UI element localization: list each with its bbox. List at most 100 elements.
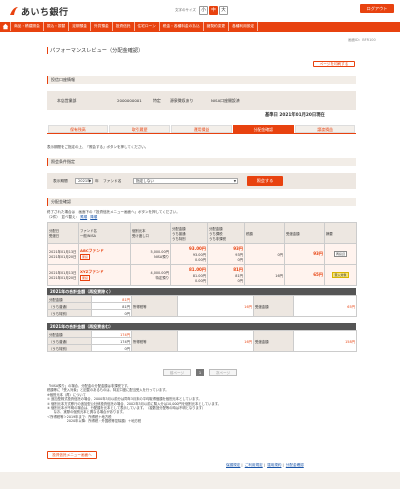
year-suffix: 年: [95, 179, 99, 183]
nav-investment-trust[interactable]: 投資信託: [113, 22, 135, 31]
tax-label: 所得税等: [131, 330, 178, 352]
dist-value: 174円: [91, 330, 132, 338]
nav-underline: [0, 31, 400, 32]
footer: [0, 472, 400, 489]
total-incl-heading: 2021年の合計金額（再投資含む）: [47, 323, 356, 330]
account-type: 特定: [153, 98, 161, 103]
tab-bar: 保有残高 取引履歴 運用損益 分配金確認 譲渡損益: [47, 125, 356, 134]
dist-label: 分配金額: [47, 295, 92, 303]
instruction-text: 表示期間をご指定の上、「照会する」ボタンを押してください。: [47, 145, 149, 149]
col-header-delivery: 受渡金額: [284, 222, 325, 244]
dist-cell: 93.00円 93.00円 0.00円: [170, 243, 208, 265]
prev-page-button[interactable]: 前ページ: [163, 369, 191, 376]
app-header: あいち銀行 文字のサイズ 小 中 大 ログアウト: [0, 0, 400, 22]
tab-holdings[interactable]: 保有残高: [47, 125, 109, 133]
col-header-memo: 摘要: [324, 222, 357, 244]
footer-link[interactable]: 保護規定: [226, 463, 240, 467]
footer-links: 保護規定| ご利用規定| 運用規約| 分配金確認: [226, 463, 304, 467]
condition-section-heading: 照会条件指定: [47, 158, 356, 166]
nav-balance[interactable]: 商品・積建照会: [11, 22, 44, 31]
screen-id: 画面ID：BFR100: [348, 38, 376, 42]
taxable-cell: 93円 93円 0円: [207, 243, 245, 265]
col-header-dist: 分配金額 うち普通 うち特別: [170, 222, 208, 244]
chevron-down-icon: ▼: [88, 179, 91, 183]
memo-cell: 再投資: [324, 243, 357, 265]
tax-label: 所得税等: [131, 295, 178, 317]
memo-badge: 再投資: [333, 251, 347, 257]
nav-housing-loan[interactable]: 住宅ローン: [135, 22, 160, 31]
account-type-value: 特定預り: [155, 276, 169, 280]
back-to-menu-button[interactable]: 投資信託メニュー画面へ: [47, 451, 97, 459]
print-button[interactable]: ページを印刷する: [313, 61, 355, 67]
chevron-down-icon: ▼: [233, 179, 236, 183]
fund-cell: XYZファンド 累投: [78, 264, 131, 286]
global-nav: 商品・積建照会 振込・振替 定期預金 外貨預金 投資信託 住宅ローン 税金・各種…: [0, 22, 400, 31]
total-incl-table: 分配金額 174円 所得税等 16円 受渡金額 158円 （うち普通） 174円…: [47, 330, 357, 352]
col-header-tax: 税額: [244, 222, 285, 244]
normal-value: 81円: [91, 302, 132, 310]
special-value: 0円: [91, 309, 132, 317]
table-row: 2021年01月13日 2021年01月20日 XYZファンド 累投 4,000.0…: [47, 264, 357, 286]
font-size-medium-button[interactable]: 中: [209, 6, 218, 15]
branch-name: 本店営業部: [57, 98, 77, 103]
home-icon: [2, 23, 9, 30]
reinvest-badge: 累投: [80, 254, 91, 260]
dist-cell: 81.00円 81.00円 0.00円: [170, 264, 208, 286]
tab-profit-loss[interactable]: 運用損益: [171, 125, 232, 133]
normal-label: （うち普通）: [47, 302, 92, 310]
nav-time-deposit[interactable]: 定期預金: [69, 22, 91, 31]
dist-special-value: 0.00円: [195, 279, 206, 283]
nisa-status: NISA口座開設済: [211, 98, 240, 103]
footer-link[interactable]: 分配金確認: [286, 463, 304, 467]
date-cell: 2021年01月13日 2021年01月20日: [47, 264, 79, 286]
nav-tax-payment[interactable]: 税金・各種料金の払込: [160, 22, 204, 31]
font-size-large-button[interactable]: 大: [219, 6, 228, 15]
principal-cell: 4,000.00円 特定預り: [130, 264, 171, 286]
page-title: パフォーマンスレビュー（分配金確認）: [47, 47, 143, 54]
font-size-small-button[interactable]: 小: [199, 6, 208, 15]
tab-history[interactable]: 取引履歴: [109, 125, 171, 133]
font-size-label: 文字のサイズ: [175, 8, 196, 12]
distribution-section-heading: 分配金確認: [47, 198, 356, 206]
footer-link[interactable]: 運用規約: [267, 463, 281, 467]
tab-distribution[interactable]: 分配金確認: [232, 125, 294, 133]
submit-query-button[interactable]: 照会する: [247, 176, 283, 186]
nav-transfer[interactable]: 振込・振替: [44, 22, 70, 31]
dist-special-value: 0.00円: [195, 258, 206, 262]
nontax-value: 0円: [237, 279, 243, 283]
nav-settings[interactable]: 各種利用設定: [229, 22, 259, 31]
col-header-principal: 個別元本 受け渡し口: [130, 222, 171, 244]
delivery-value: 93円: [313, 251, 323, 256]
total-excl-table: 分配金額 81円 所得税等 16円 受渡金額 65円 （うち普通） 81円 （う…: [47, 295, 357, 317]
table-header-row: 分配日 受渡日 ファンド名 一般/NISA 個別元本 受け渡し口 分配金額 うち…: [47, 222, 357, 244]
col-header-taxable: 分配金額 うち課税 うち非課税: [207, 222, 245, 244]
nav-foreign-deposit[interactable]: 外貨預金: [91, 22, 113, 31]
tab-transfer-profit[interactable]: 譲渡損益: [294, 125, 356, 133]
period-label: 表示期間: [53, 179, 68, 183]
account-section-heading: 投信口座情報: [47, 76, 356, 84]
table-row: 分配金額 81円 所得税等 16円 受渡金額 65円: [47, 295, 357, 317]
tax-value: 16円: [177, 330, 254, 352]
home-nav-button[interactable]: [0, 22, 11, 31]
logout-button[interactable]: ログアウト: [360, 4, 394, 13]
notes-block: 「NISA預り」の場合、分配金の分配金額は非課税です。 税額等に「受入対象」と記…: [47, 384, 356, 424]
year-select[interactable]: 2021年 ▼: [75, 178, 93, 184]
tax-cell: 16円: [244, 264, 285, 286]
delivery-label: 受渡金額: [253, 330, 294, 352]
delivery-value: 65円: [313, 272, 323, 277]
fund-select[interactable]: 指定しない ▼: [133, 178, 238, 184]
taxable-cell: 81円 81円 0円: [207, 264, 245, 286]
nav-contract-change[interactable]: 諸契約変更: [204, 22, 230, 31]
col-header-fund: ファンド名 一般/NISA: [78, 222, 131, 244]
memo-cell: 受入対象: [324, 264, 357, 286]
dist-value: 81円: [91, 295, 132, 303]
distribution-table: 分配日 受渡日 ファンド名 一般/NISA 個別元本 受け渡し口 分配金額 うち…: [47, 222, 357, 286]
delivery-cell: 93円: [284, 243, 325, 265]
sort-asc-link[interactable]: 昇順: [80, 215, 87, 219]
table-row: 分配金額 174円 所得税等 16円 受渡金額 158円: [47, 330, 357, 352]
next-page-button[interactable]: 次ページ: [209, 369, 237, 376]
fund-cell: ABCファンド 累投: [78, 243, 131, 265]
footer-link[interactable]: ご利用規定: [245, 463, 263, 467]
sort-desc-link[interactable]: 降順: [90, 215, 97, 219]
condition-box: 表示期間 2021年 ▼ 年 ファンド名 指定しない ▼: [47, 173, 356, 189]
